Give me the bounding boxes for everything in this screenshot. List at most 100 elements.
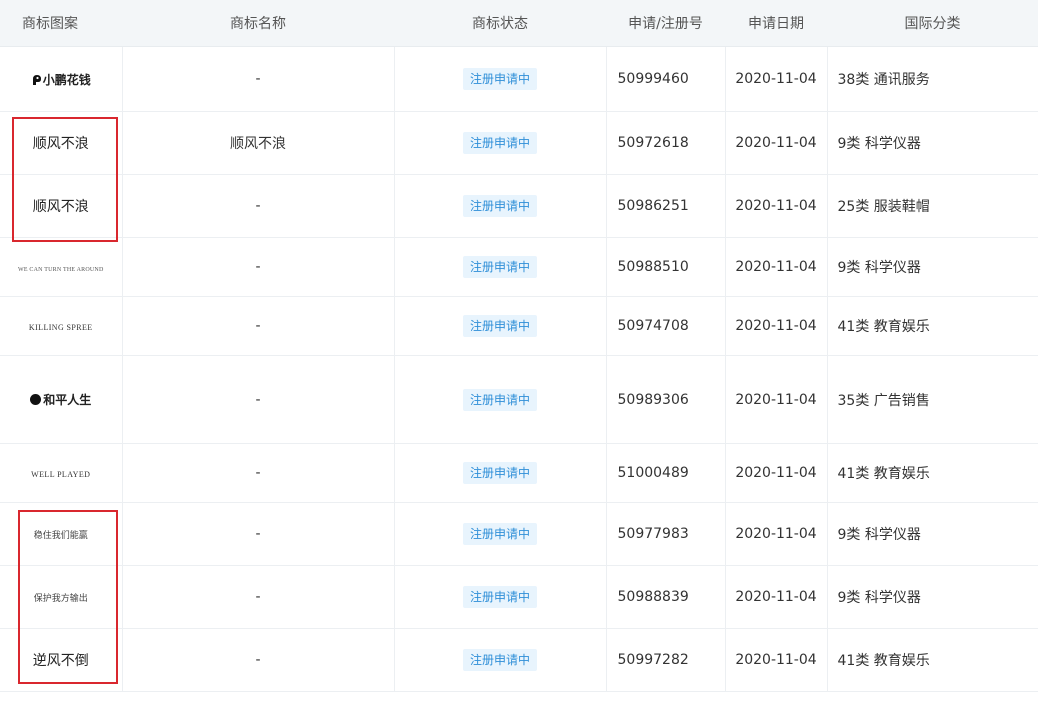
name-cell: - [122,46,395,112]
status-cell: 注册申请中 [394,174,607,238]
status-badge: 注册申请中 [462,649,537,671]
status-cell: 注册申请中 [394,502,607,566]
header-name[interactable]: 商标名称 [122,0,394,47]
logo-cell[interactable]: 和平人生 [0,355,123,444]
name-cell: - [122,355,395,444]
reg-no-cell[interactable]: 50972618 [606,111,726,175]
trademark-logo: 保护我方输出 [33,594,88,604]
class-cell: 9类 科学仪器 [827,237,1038,297]
table-row[interactable]: 稳住我们能赢 - 注册申请中 50977983 2020-11-04 9类 科学… [0,502,1038,566]
name-cell: - [122,628,395,692]
status-cell: 注册申请中 [394,443,607,503]
status-badge: 注册申请中 [462,315,537,337]
table-row[interactable]: 和平人生 - 注册申请中 50989306 2020-11-04 35类 广告销… [0,355,1038,444]
class-cell: 41类 教育娱乐 [827,296,1038,356]
status-cell: 注册申请中 [394,628,607,692]
logo-text: 小鹏花钱 [42,72,91,87]
circle-mark-icon [30,394,42,405]
trademark-logo: 小鹏花钱 [31,71,91,88]
date-cell: 2020-11-04 [725,565,828,629]
logo-cell[interactable]: WE CAN TURN THE AROUND [0,237,123,297]
date-cell: 2020-11-04 [725,296,828,356]
name-cell: - [122,565,395,629]
reg-no-cell[interactable]: 50988510 [606,237,726,297]
status-cell: 注册申请中 [394,296,607,356]
status-badge: 注册申请中 [462,132,537,154]
trademark-logo: 稳住我们能赢 [33,531,88,541]
table-row[interactable]: KILLING SPREE - 注册申请中 50974708 2020-11-0… [0,296,1038,356]
reg-no-cell[interactable]: 50986251 [606,174,726,238]
reg-no-cell[interactable]: 50988839 [606,565,726,629]
name-cell: - [122,237,395,297]
date-cell: 2020-11-04 [725,502,828,566]
trademark-logo: 顺风不浪 [32,136,89,152]
reg-no-cell[interactable]: 51000489 [606,443,726,503]
table-row[interactable]: 顺风不浪 - 注册申请中 50986251 2020-11-04 25类 服装鞋… [0,174,1038,238]
class-cell: 9类 科学仪器 [827,502,1038,566]
trademark-logo: WELL PLAYED [31,470,91,479]
reg-no-cell[interactable]: 50977983 [606,502,726,566]
trademark-logo: 逆风不倒 [32,653,89,669]
status-badge: 注册申请中 [462,256,537,278]
status-cell: 注册申请中 [394,46,607,112]
table-header-row: 商标图案 商标名称 商标状态 申请/注册号 申请日期 国际分类 [0,0,1038,47]
header-logo[interactable]: 商标图案 [0,0,122,47]
logo-cell[interactable]: 稳住我们能赢 [0,502,123,566]
header-date[interactable]: 申请日期 [725,0,827,47]
status-cell: 注册申请中 [394,565,607,629]
table-row[interactable]: 保护我方输出 - 注册申请中 50988839 2020-11-04 9类 科学… [0,565,1038,629]
date-cell: 2020-11-04 [725,174,828,238]
class-cell: 41类 教育娱乐 [827,628,1038,692]
class-cell: 9类 科学仪器 [827,111,1038,175]
trademark-logo: KILLING SPREE [28,323,93,332]
status-badge: 注册申请中 [462,586,537,608]
date-cell: 2020-11-04 [725,628,828,692]
reg-no-cell[interactable]: 50999460 [606,46,726,112]
name-cell: - [122,296,395,356]
trademark-logo: WE CAN TURN THE AROUND [17,267,104,273]
name-cell: 顺风不浪 [122,111,395,175]
status-badge: 注册申请中 [462,388,537,411]
logo-cell[interactable]: 顺风不浪 [0,111,123,175]
table-row[interactable]: WELL PLAYED - 注册申请中 51000489 2020-11-04 … [0,443,1038,503]
table-row[interactable]: 小鹏花钱 - 注册申请中 50999460 2020-11-04 38类 通讯服… [0,46,1038,112]
status-badge: 注册申请中 [462,523,537,545]
name-cell: - [122,502,395,566]
reg-no-cell[interactable]: 50989306 [606,355,726,444]
bird-icon [32,74,41,85]
table-row[interactable]: 逆风不倒 - 注册申请中 50997282 2020-11-04 41类 教育娱… [0,628,1038,692]
header-status[interactable]: 商标状态 [394,0,606,47]
trademark-logo: 顺风不浪 [32,199,89,215]
name-cell: - [122,443,395,503]
status-badge: 注册申请中 [462,195,537,217]
logo-cell[interactable]: WELL PLAYED [0,443,123,503]
class-cell: 35类 广告销售 [827,355,1038,444]
logo-cell[interactable]: 逆风不倒 [0,628,123,692]
logo-cell[interactable]: 保护我方输出 [0,565,123,629]
trademark-logo: 和平人生 [30,391,91,408]
status-cell: 注册申请中 [394,111,607,175]
status-cell: 注册申请中 [394,237,607,297]
status-cell: 注册申请中 [394,355,607,444]
logo-cell[interactable]: 小鹏花钱 [0,46,123,112]
date-cell: 2020-11-04 [725,111,828,175]
class-cell: 41类 教育娱乐 [827,443,1038,503]
header-reg-no[interactable]: 申请/注册号 [606,0,725,47]
reg-no-cell[interactable]: 50997282 [606,628,726,692]
table-row[interactable]: 顺风不浪 顺风不浪 注册申请中 50972618 2020-11-04 9类 科… [0,111,1038,175]
date-cell: 2020-11-04 [725,237,828,297]
header-class[interactable]: 国际分类 [827,0,1038,47]
logo-text: 和平人生 [43,393,92,407]
date-cell: 2020-11-04 [725,443,828,503]
table-row[interactable]: WE CAN TURN THE AROUND - 注册申请中 50988510 … [0,237,1038,297]
logo-cell[interactable]: KILLING SPREE [0,296,123,356]
class-cell: 38类 通讯服务 [827,46,1038,112]
status-badge: 注册申请中 [462,462,537,484]
date-cell: 2020-11-04 [725,355,828,444]
logo-cell[interactable]: 顺风不浪 [0,174,123,238]
status-badge: 注册申请中 [462,68,537,90]
reg-no-cell[interactable]: 50974708 [606,296,726,356]
trademark-table: 商标图案 商标名称 商标状态 申请/注册号 申请日期 国际分类 小鹏花钱 - 注… [0,0,1038,692]
date-cell: 2020-11-04 [725,46,828,112]
class-cell: 9类 科学仪器 [827,565,1038,629]
